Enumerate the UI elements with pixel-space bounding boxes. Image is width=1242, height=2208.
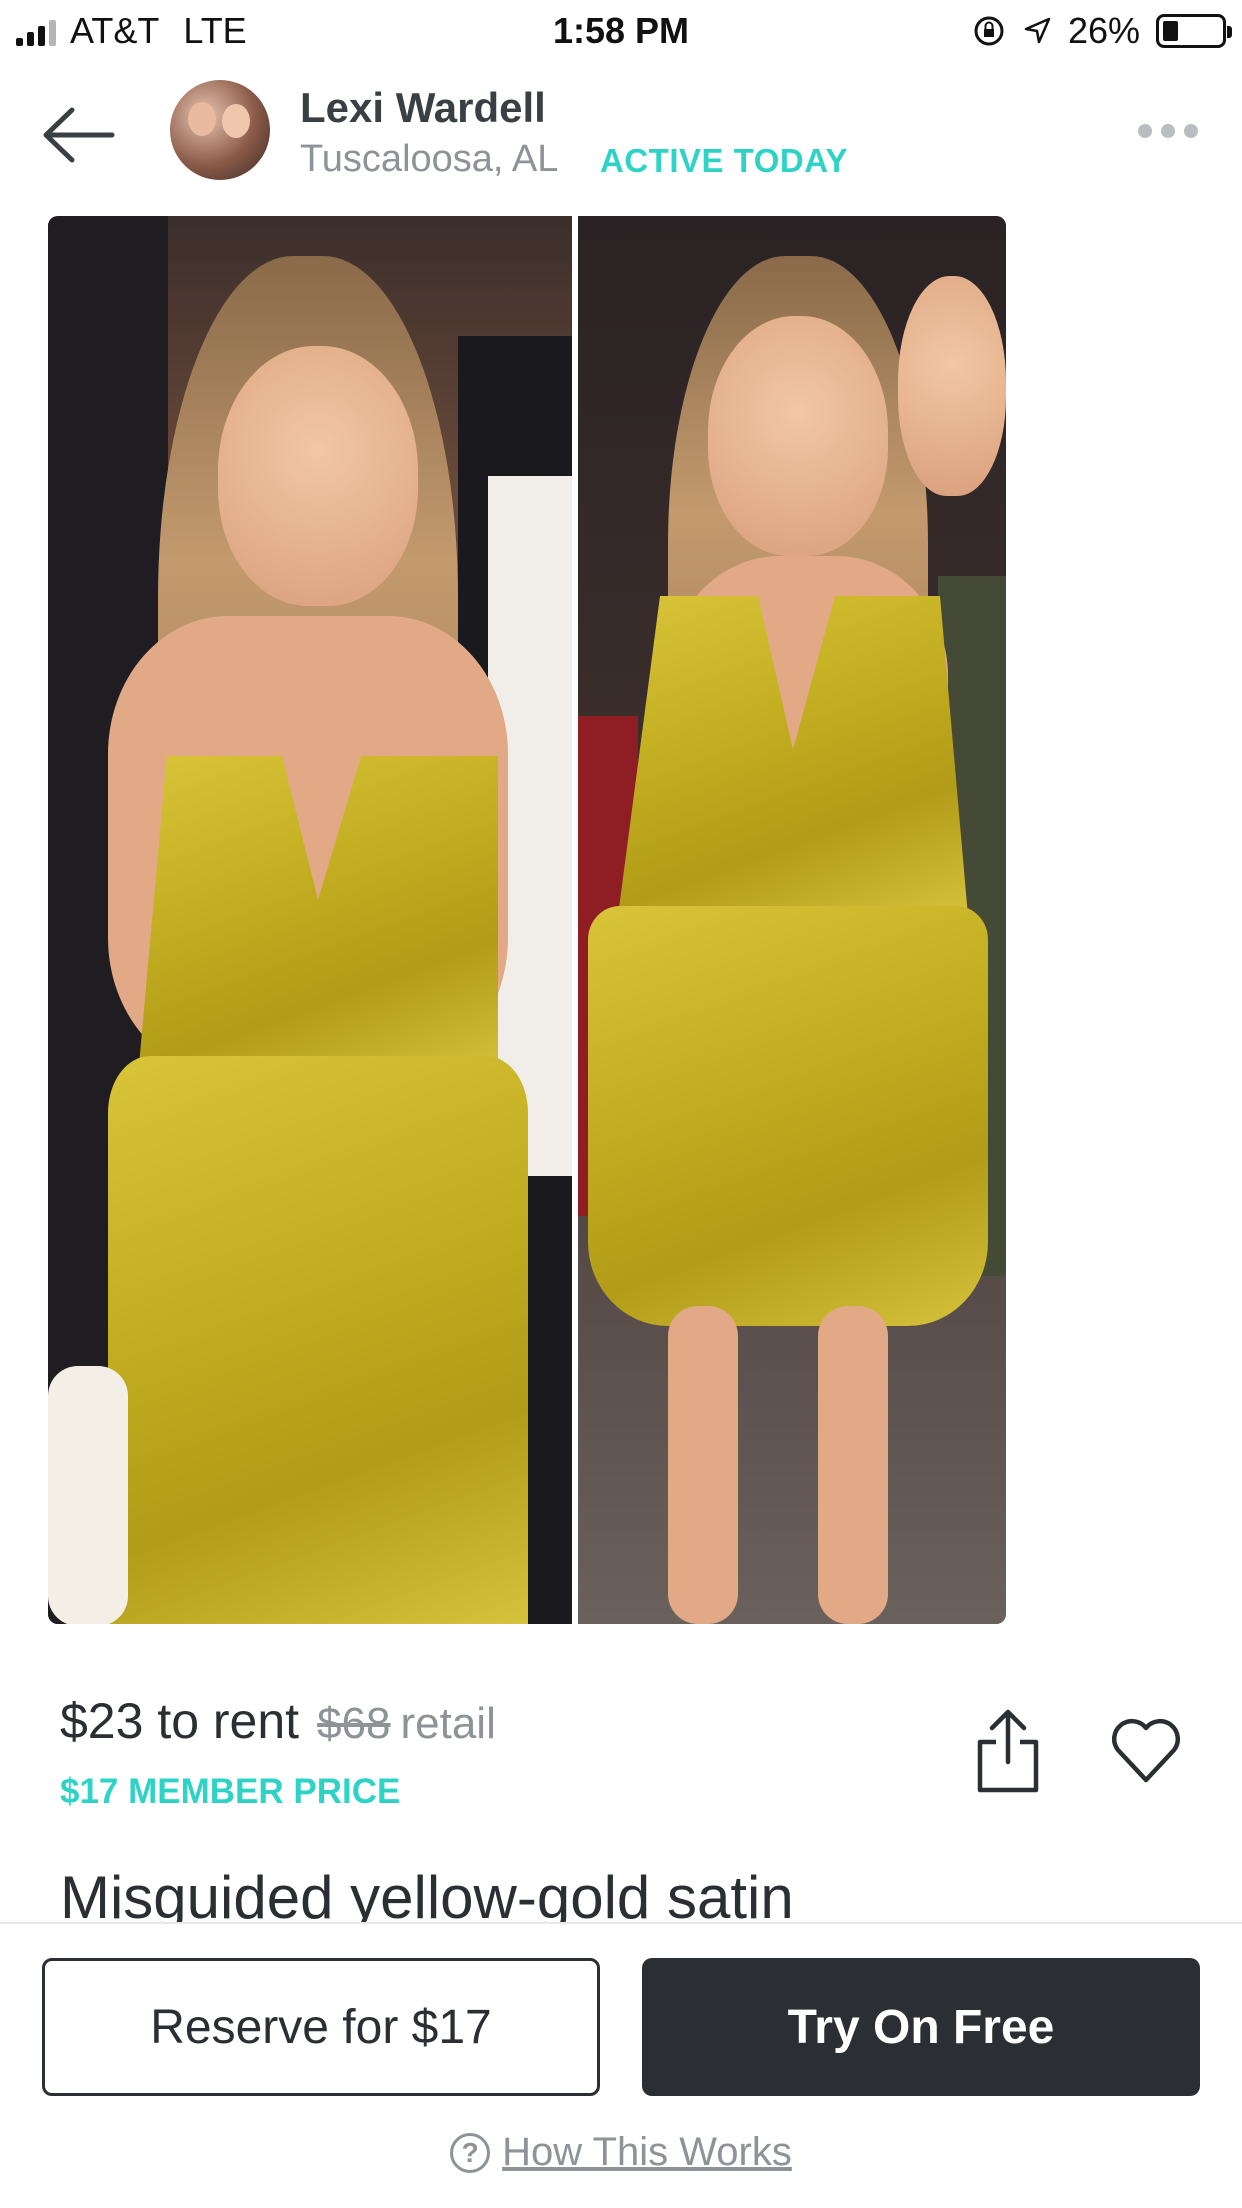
seller-header: Lexi Wardell Tuscaloosa, AL ACTIVE TODAY [0,70,1242,200]
price-line: $23 to rent $68 retail [60,1692,496,1750]
battery-icon [1156,14,1232,48]
retail-label: retail [400,1699,496,1748]
listing-photos[interactable] [48,216,1006,1624]
status-right: 26% [972,10,1232,52]
help-question-icon: ? [450,2132,491,2173]
bottom-action-bar: Reserve for $17 Try On Free ? How This W… [0,1924,1242,2208]
member-price: $17 MEMBER PRICE [60,1772,401,1811]
activity-status: ACTIVE TODAY [600,142,849,179]
how-this-works-label[interactable]: How This Works [502,2130,792,2175]
how-this-works-link[interactable]: ? How This Works [0,2130,1242,2175]
location-arrow-icon [1024,17,1051,44]
seller-avatar[interactable] [170,80,270,180]
battery-percent: 26% [1067,10,1140,51]
listing-title: Misguided yellow-gold satin [60,1864,794,1922]
favorite-heart-icon[interactable] [1108,1712,1184,1788]
listing-photo-2[interactable] [578,216,1006,1624]
more-options-icon[interactable] [1138,124,1198,138]
rent-price: $23 to rent [60,1693,300,1749]
seller-location: Tuscaloosa, AL [300,138,559,180]
back-arrow-icon[interactable] [38,100,118,170]
status-bar: AT&T LTE 1:58 PM 26% [0,0,1242,62]
share-icon[interactable] [972,1706,1044,1796]
retail-price: $68 [317,1699,391,1748]
try-on-free-button[interactable]: Try On Free [642,1958,1200,2096]
listing-photo-1[interactable] [48,216,572,1624]
reserve-button[interactable]: Reserve for $17 [42,1958,600,2096]
rotation-lock-icon [974,16,1004,46]
seller-name[interactable]: Lexi Wardell [300,84,546,132]
